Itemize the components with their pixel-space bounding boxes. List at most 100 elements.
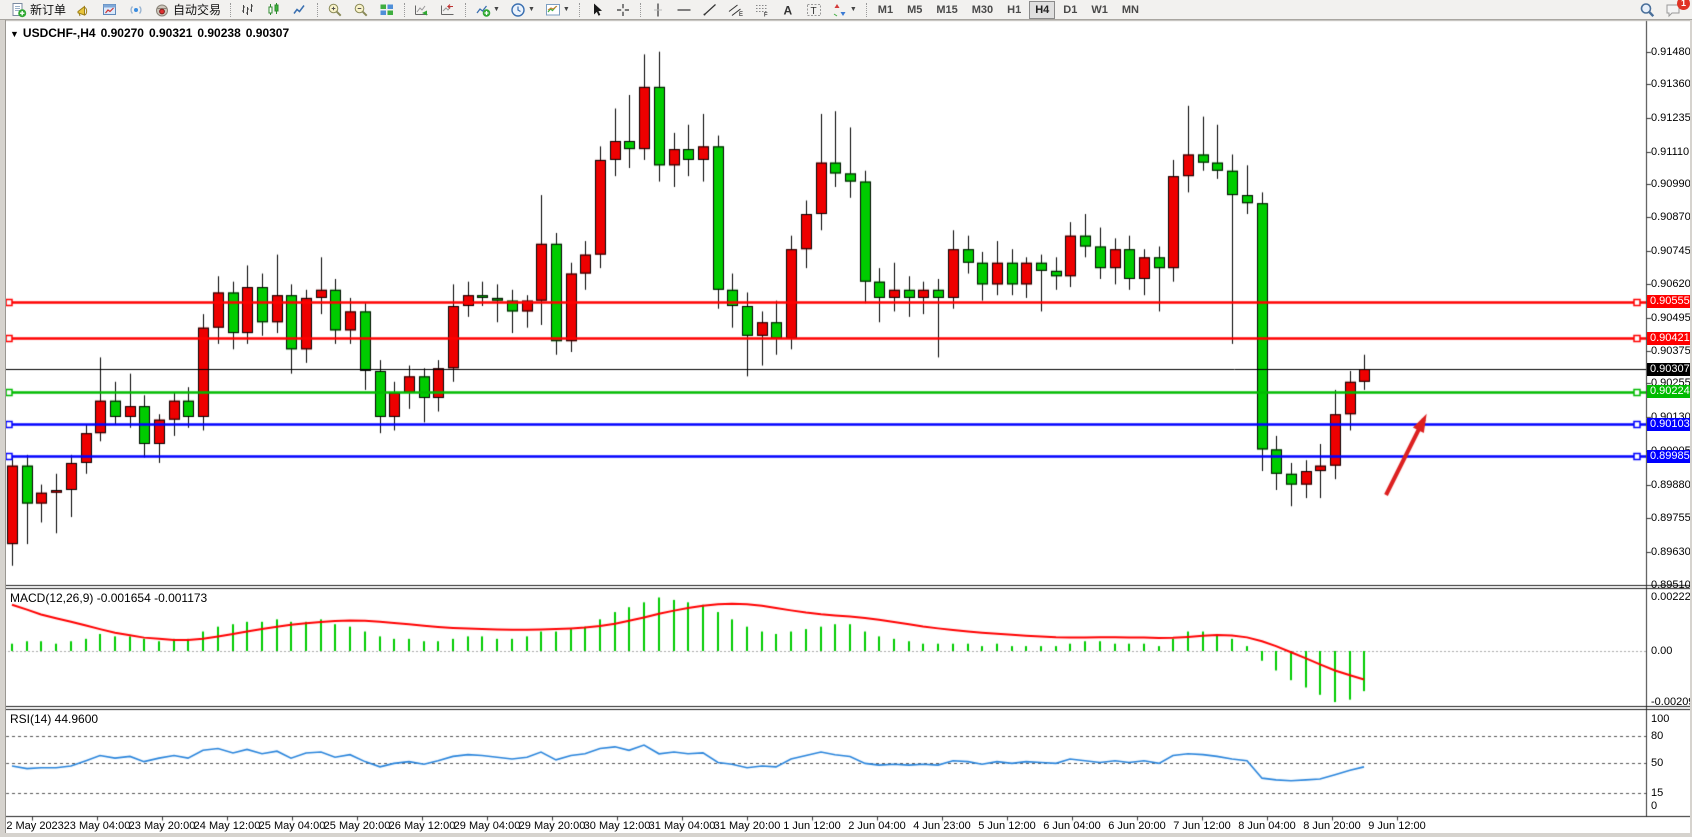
bars-chart-button[interactable] <box>236 0 260 20</box>
toolbar-separator <box>579 3 580 17</box>
tile-windows-button[interactable] <box>375 0 399 20</box>
templates-icon <box>545 2 561 18</box>
timeframe-mn-button[interactable]: MN <box>1116 1 1145 19</box>
toolbar-separator <box>404 3 405 17</box>
crosshair-button[interactable] <box>611 0 635 20</box>
time-axis-label: 31 May 04:00 <box>649 820 716 832</box>
timeframe-w1-button[interactable]: W1 <box>1085 1 1114 19</box>
time-axis-label: 22 May 2023 <box>0 820 64 832</box>
periods-clock-icon <box>510 2 526 18</box>
signal-button[interactable] <box>124 0 148 20</box>
templates-button[interactable]: ▼ <box>541 0 574 20</box>
time-axis-label: 23 May 04:00 <box>64 820 131 832</box>
candles-chart-button[interactable] <box>262 0 286 20</box>
new-order-button[interactable]: 新订单 <box>7 0 70 20</box>
price-axis-tick: 0.90870 <box>1651 211 1691 223</box>
price-line-label: 0.90421 <box>1647 332 1692 345</box>
add-indicator-icon <box>475 2 491 18</box>
symbol-period-label: USDCHF-,H4 <box>23 26 96 40</box>
rsi-axis-tick: 100 <box>1651 713 1669 725</box>
vertical-line-icon <box>650 2 666 18</box>
fibonacci-button[interactable]: F <box>750 0 774 20</box>
search-icon <box>1639 2 1655 18</box>
line-chart-button[interactable] <box>288 0 312 20</box>
time-axis-label: 5 Jun 12:00 <box>978 820 1036 832</box>
time-axis-label: 6 Jun 20:00 <box>1108 820 1166 832</box>
rsi-axis-tick: 50 <box>1651 757 1663 769</box>
add-indicator-button[interactable]: ▼ <box>471 0 504 20</box>
time-axis-label: 6 Jun 04:00 <box>1043 820 1101 832</box>
dropdown-caret-icon[interactable]: ▼ <box>850 6 857 13</box>
macd-axis-tick: -0.00209 <box>1651 696 1692 708</box>
time-axis-label: 2 Jun 04:00 <box>848 820 906 832</box>
shapes-button[interactable]: ▼ <box>828 0 861 20</box>
rsi-axis-tick: 15 <box>1651 787 1663 799</box>
toolbar-separator <box>317 3 318 17</box>
zoom-in-icon <box>327 2 343 18</box>
rsi-axis-tick: 80 <box>1651 730 1663 742</box>
price-axis-tick: 0.90745 <box>1651 245 1691 257</box>
chart-shift-icon <box>440 2 456 18</box>
chart-shift-button[interactable] <box>436 0 460 20</box>
dropdown-caret-icon[interactable]: ▼ <box>493 6 500 13</box>
vertical-line-button[interactable] <box>646 0 670 20</box>
fibonacci-icon: F <box>754 2 770 18</box>
new-order-label: 新订单 <box>30 1 66 18</box>
zoom-in-button[interactable] <box>323 0 347 20</box>
equidistant-channel-icon: E <box>728 2 744 18</box>
crosshair-icon <box>615 2 631 18</box>
window-border-bottom <box>0 833 1692 837</box>
cursor-icon <box>589 2 605 18</box>
text-icon: A <box>780 2 796 18</box>
auto-scroll-button[interactable] <box>410 0 434 20</box>
time-axis-label: 23 May 20:00 <box>129 820 196 832</box>
shapes-icon <box>832 2 848 18</box>
timeframe-m5-button[interactable]: M5 <box>901 1 928 19</box>
timeframe-m15-button[interactable]: M15 <box>930 1 963 19</box>
price-axis-tick: 0.89880 <box>1651 479 1691 491</box>
price-axis-tick: 0.91480 <box>1651 46 1691 58</box>
auto-scroll-icon <box>414 2 430 18</box>
time-axis-label: 8 Jun 20:00 <box>1303 820 1361 832</box>
dropdown-caret-icon[interactable]: ▼ <box>563 6 570 13</box>
dropdown-caret-icon[interactable]: ▼ <box>528 6 535 13</box>
price-axis-tick: 0.89755 <box>1651 512 1691 524</box>
trend-line-button[interactable] <box>698 0 722 20</box>
rsi-pane-label: RSI(14) 44.9600 <box>10 712 98 726</box>
toolbar-separator <box>640 3 641 17</box>
signal-icon <box>128 2 144 18</box>
price-axis-tick: 0.89510 <box>1651 579 1691 591</box>
trend-line-icon <box>702 2 718 18</box>
horizontal-line-button[interactable] <box>672 0 696 20</box>
window-border-left <box>0 20 6 837</box>
text-label-icon: T <box>806 2 822 18</box>
zoom-out-button[interactable] <box>349 0 373 20</box>
timeframe-m30-button[interactable]: M30 <box>966 1 999 19</box>
chart-canvas[interactable] <box>0 0 1692 837</box>
timeframe-h1-button[interactable]: H1 <box>1001 1 1027 19</box>
timeframe-d1-button[interactable]: D1 <box>1057 1 1083 19</box>
market-watch-button[interactable] <box>98 0 122 20</box>
svg-text:E: E <box>739 12 743 18</box>
autotrade-button[interactable]: 自动交易 <box>150 0 225 20</box>
text-label-button[interactable]: T <box>802 0 826 20</box>
text-button[interactable]: A <box>776 0 800 20</box>
timeframe-m1-button[interactable]: M1 <box>872 1 899 19</box>
notification-badge: 1 <box>1677 0 1690 10</box>
chat-button[interactable]: 1 <box>1661 0 1685 20</box>
time-axis-label: 9 Jun 12:00 <box>1368 820 1426 832</box>
search-button[interactable] <box>1635 0 1659 20</box>
macd-axis-tick: 0.00 <box>1651 645 1672 657</box>
horn-button[interactable] <box>72 0 96 20</box>
periods-clock-button[interactable]: ▼ <box>506 0 539 20</box>
rsi-axis-tick: 0 <box>1651 800 1657 812</box>
time-axis-label: 25 May 20:00 <box>324 820 391 832</box>
price-line-label: 0.89985 <box>1647 450 1692 463</box>
cursor-button[interactable] <box>585 0 609 20</box>
collapse-triangle-icon[interactable]: ▼ <box>10 29 19 39</box>
price-axis-tick: 0.90495 <box>1651 312 1691 324</box>
equidistant-channel-button[interactable]: E <box>724 0 748 20</box>
price-axis-tick: 0.90620 <box>1651 278 1691 290</box>
time-axis-label: 30 May 12:00 <box>584 820 651 832</box>
timeframe-h4-button[interactable]: H4 <box>1029 1 1055 19</box>
